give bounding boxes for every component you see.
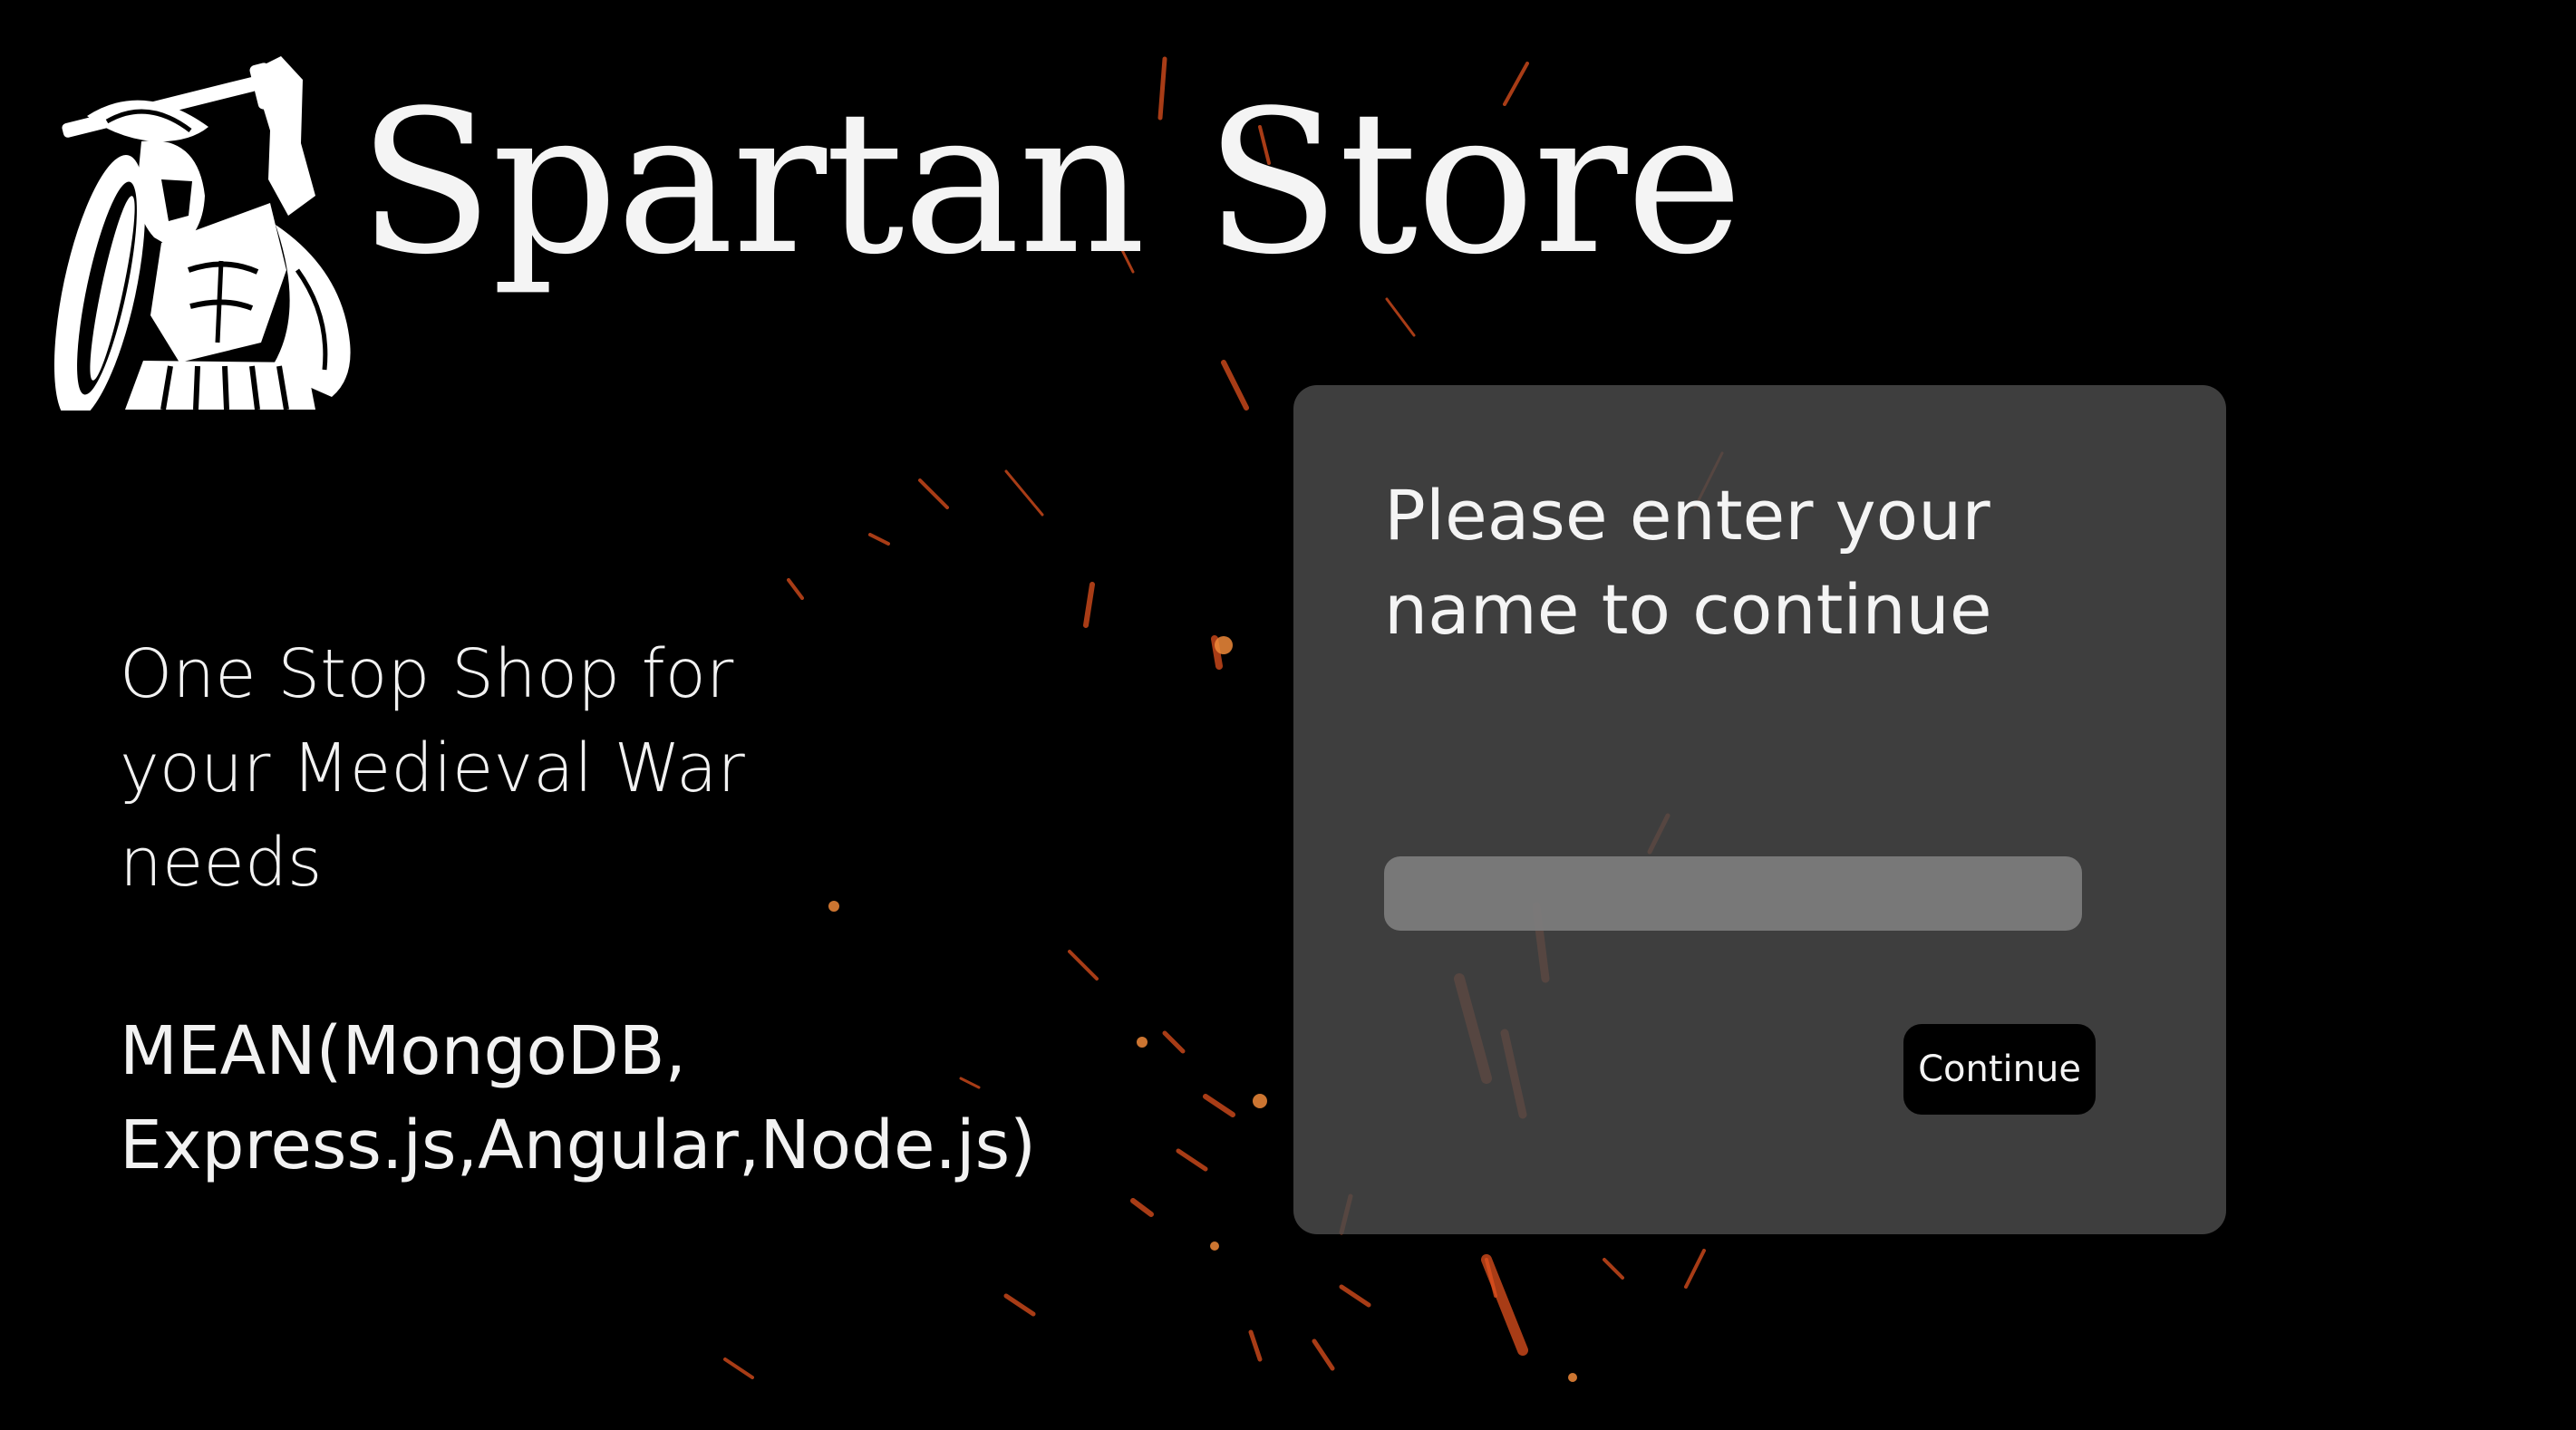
- continue-button[interactable]: Continue: [1903, 1024, 2096, 1115]
- ember-dot: [1210, 1242, 1219, 1251]
- ember-dot: [1568, 1373, 1577, 1382]
- ember-spark: [1312, 1338, 1335, 1371]
- ember-spark: [1203, 1094, 1235, 1117]
- ember-spark: [1130, 1198, 1154, 1217]
- ember-spark: [868, 533, 890, 546]
- ember-spark: [1603, 1258, 1624, 1280]
- ember-spark: [1481, 1254, 1528, 1356]
- card-heading: Please enter your name to continue: [1384, 475, 1992, 650]
- ember-spark: [1248, 1329, 1263, 1362]
- ember-spark: [723, 1358, 754, 1379]
- ember-spark: [1162, 1030, 1186, 1054]
- ember-spark: [1068, 950, 1099, 981]
- landing-page: Spartan Store One Stop Shop for your Med…: [0, 0, 2576, 1430]
- ember-spark: [787, 578, 804, 600]
- ember-spark: [1684, 1249, 1706, 1289]
- ember-dot: [1253, 1094, 1267, 1108]
- ember-dot: [1137, 1037, 1148, 1048]
- ember-spark: [1385, 297, 1416, 337]
- ember-spark: [1003, 1293, 1036, 1317]
- ember-spark: [918, 478, 949, 509]
- ember-spark: [1083, 582, 1095, 628]
- brand-title: Spartan Store: [358, 69, 1743, 298]
- name-entry-card: Please enter your name to continue Conti…: [1293, 385, 2226, 1234]
- tech-stack-text: MEAN(MongoDB, Express.js,Angular,Node.js…: [120, 1012, 1036, 1184]
- ember-spark: [1221, 360, 1249, 411]
- ember-spark: [1004, 469, 1044, 517]
- ember-dot: [1215, 636, 1233, 654]
- ember-spark: [1176, 1148, 1208, 1172]
- ember-spark: [1339, 1284, 1371, 1308]
- tagline-text: One Stop Shop for your Medieval War need…: [120, 635, 745, 902]
- spartan-warrior-icon: [44, 43, 361, 421]
- name-input[interactable]: [1384, 856, 2082, 931]
